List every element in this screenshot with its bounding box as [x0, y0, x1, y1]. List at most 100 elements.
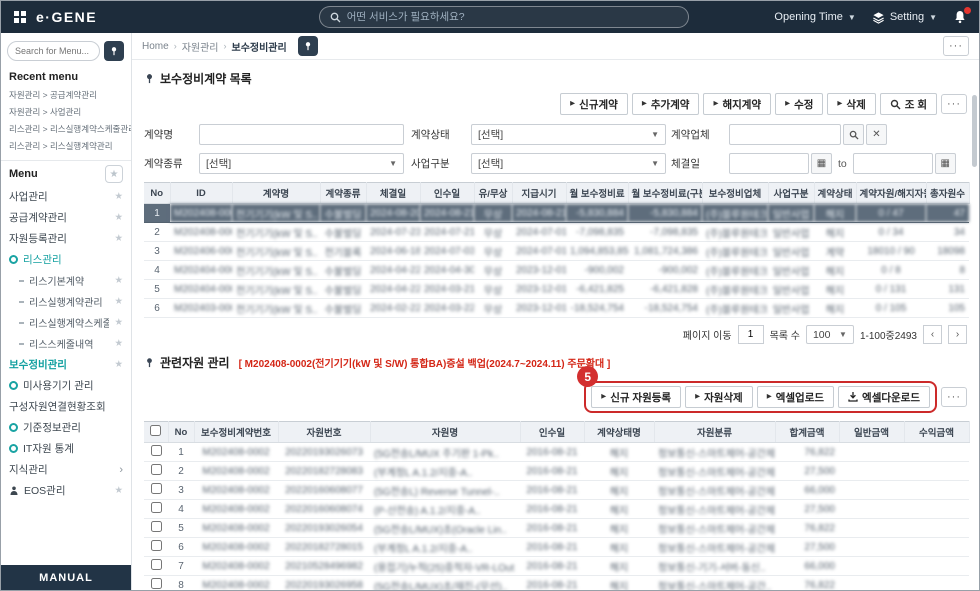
sidebar-item-connection-status[interactable]: 구성자원연결현황조회 — [1, 396, 131, 417]
contract-row[interactable]: 2 M202408-0001 전기기기(kW 및 S.. 수불벌딩 2024-0… — [144, 223, 969, 242]
resource-row[interactable]: 5 M202408-0002 20220193026054 (5G전송L/MUX… — [144, 519, 969, 538]
favorite-filter-button[interactable]: ★ — [105, 165, 123, 183]
column-header[interactable]: 보수정비업체 — [702, 183, 768, 204]
star-icon[interactable]: ★ — [114, 359, 123, 370]
calendar-icon[interactable]: ▦ — [811, 153, 832, 174]
row-checkbox[interactable] — [151, 540, 162, 551]
star-icon[interactable]: ★ — [114, 317, 123, 328]
sidebar-item-resource-registration[interactable]: 자원등록관리★ — [1, 228, 131, 249]
star-icon[interactable]: ★ — [114, 233, 123, 244]
vendor-clear-button[interactable]: ✕ — [866, 124, 887, 145]
column-header[interactable]: 자원명 — [370, 422, 520, 443]
delete-button[interactable]: ▶삭제 — [827, 93, 875, 115]
recent-menu-item[interactable]: 리스관리 > 리스실행계약관리 — [1, 137, 131, 154]
contract-more-button[interactable]: ··· — [941, 94, 967, 114]
global-search[interactable] — [319, 6, 689, 28]
edit-button[interactable]: ▶수정 — [775, 93, 823, 115]
row-checkbox[interactable] — [151, 483, 162, 494]
column-header[interactable]: 자원번호 — [278, 422, 370, 443]
menu-search-input[interactable] — [7, 41, 100, 61]
sidebar-item-unused-devices[interactable]: 미사용기기 관리 — [1, 375, 131, 396]
row-checkbox[interactable] — [151, 445, 162, 456]
contract-type-select[interactable]: [선택]▼ — [199, 153, 404, 174]
contract-name-input[interactable] — [199, 124, 404, 145]
scrollbar-thumb[interactable] — [972, 95, 977, 167]
resource-row[interactable]: 2 M202408-0002 20220182728083 (부계정L A.1.… — [144, 462, 969, 481]
star-icon[interactable]: ★ — [114, 191, 123, 202]
column-header[interactable]: 수익금액 — [904, 422, 969, 443]
sidebar-item-lease-exec[interactable]: 리스실행계약관리★ — [1, 291, 131, 312]
notification-bell[interactable] — [953, 10, 967, 24]
breadcrumb-home[interactable]: Home — [142, 41, 169, 52]
row-checkbox[interactable] — [151, 578, 162, 589]
bookmark-page-button[interactable] — [298, 36, 318, 56]
recent-menu-item[interactable]: 자원관리 > 사업관리 — [1, 103, 131, 120]
contract-row[interactable]: 4 M202404-0002 전기기기(kW 및 S.. 수불벌딩 2024-0… — [144, 261, 969, 280]
related-more-button[interactable]: ··· — [941, 387, 967, 407]
column-header[interactable]: 계약종류 — [320, 183, 366, 204]
select-all-checkbox[interactable] — [150, 425, 161, 436]
add-contract-button[interactable]: ▶추가계약 — [632, 93, 700, 115]
page-number-input[interactable] — [738, 325, 764, 344]
row-checkbox[interactable] — [151, 521, 162, 532]
recent-menu-item[interactable]: 자원관리 > 공급계약관리 — [1, 86, 131, 103]
resource-row[interactable]: 7 M202408-0002 20210528496982 (용접기)누적(25… — [144, 557, 969, 576]
vendor-search-button[interactable] — [843, 124, 864, 145]
delete-resource-button[interactable]: ▶자원삭제 — [685, 386, 753, 408]
recent-menu-item[interactable]: 리스관리 > 리스실행계약스케줄관리 — [1, 120, 131, 137]
excel-upload-button[interactable]: ▶엑셀업로드 — [757, 386, 834, 408]
vendor-input[interactable] — [729, 124, 841, 145]
breadcrumb-level1[interactable]: 자원관리 — [182, 39, 219, 54]
column-header[interactable]: 합계금액 — [775, 422, 839, 443]
sidebar-item-lease-schedule-mgmt[interactable]: 리스실행계약스케줄관리★ — [1, 312, 131, 333]
column-header[interactable]: 계약상태 — [814, 183, 856, 204]
column-header[interactable]: No — [144, 183, 170, 204]
terminate-contract-button[interactable]: ▶해지계약 — [703, 93, 771, 115]
opening-time-menu[interactable]: Opening Time ▼ — [774, 11, 855, 23]
next-page-button[interactable]: › — [948, 325, 967, 344]
sidebar-item-base-info[interactable]: 기준정보관리 — [1, 417, 131, 438]
column-header[interactable]: 자원분류 — [654, 422, 775, 443]
column-header[interactable]: 월 보수정비료(구분) — [628, 183, 702, 204]
sidebar-item-supply-contract[interactable]: 공급계약관리★ — [1, 207, 131, 228]
calendar-icon[interactable]: ▦ — [935, 153, 956, 174]
biz-type-select[interactable]: [선택]▼ — [471, 153, 666, 174]
excel-download-button[interactable]: 엑셀다운로드 — [838, 386, 930, 408]
column-header[interactable]: 보수정비계약번호 — [194, 422, 278, 443]
column-header[interactable]: 계약자원/해지자원 — [856, 183, 926, 204]
sidebar-item-eos[interactable]: EOS관리★ — [1, 480, 131, 501]
global-search-input[interactable] — [347, 11, 678, 23]
sidebar-pin-button[interactable] — [104, 41, 124, 61]
resource-row[interactable]: 3 M202408-0002 20220160608077 (5G전송L) Re… — [144, 481, 969, 500]
column-header[interactable]: 지급시기 — [512, 183, 566, 204]
setting-menu[interactable]: Setting ▼ — [872, 11, 937, 24]
row-checkbox[interactable] — [151, 502, 162, 513]
search-button[interactable]: 조 회 — [880, 93, 937, 115]
column-header[interactable]: 체결일 — [366, 183, 420, 204]
column-header[interactable]: 인수일 — [520, 422, 584, 443]
resource-row[interactable]: 6 M202408-0002 20220182728015 (부계정L A.1.… — [144, 538, 969, 557]
sidebar-item-maintenance[interactable]: 보수정비관리★ — [1, 354, 131, 375]
row-checkbox[interactable] — [151, 559, 162, 570]
sidebar-item-business[interactable]: 사업관리★ — [1, 186, 131, 207]
prev-page-button[interactable]: ‹ — [923, 325, 942, 344]
page-size-select[interactable]: 100▼ — [806, 325, 854, 344]
contract-row[interactable]: 5 M202404-0001 전기기기(kW 및 S.. 수불벌딩 2024-0… — [144, 280, 969, 299]
sidebar-item-knowledge[interactable]: 지식관리› — [1, 459, 131, 480]
star-icon[interactable]: ★ — [114, 275, 123, 286]
column-header[interactable]: 인수일 — [420, 183, 474, 204]
sidebar-item-it-stats[interactable]: IT자원 통계 — [1, 438, 131, 459]
column-header[interactable]: 계약명 — [232, 183, 320, 204]
contract-row[interactable]: 1 M202408-0002 전기기기(kW 및 S.. 수불벌딩 2024-0… — [144, 204, 969, 223]
sidebar-item-lease-schedule[interactable]: 리스스케줄내역★ — [1, 333, 131, 354]
resource-row[interactable]: 4 M202408-0002 20220160608074 (P-산전송) A.… — [144, 500, 969, 519]
page-more-button[interactable]: ··· — [943, 36, 969, 56]
column-header[interactable]: 계약상태명 — [584, 422, 654, 443]
column-header[interactable]: 월 보수정비료 — [566, 183, 628, 204]
app-grid-icon[interactable] — [13, 10, 27, 24]
star-icon[interactable]: ★ — [114, 296, 123, 307]
contract-row[interactable]: 6 M202403-0001 전기기기(kW 및 S.. 수불벌딩 2024-0… — [144, 299, 969, 318]
column-header[interactable]: 사업구분 — [768, 183, 814, 204]
manual-button[interactable]: MANUAL — [1, 565, 131, 590]
sign-date-to-input[interactable] — [853, 153, 933, 174]
